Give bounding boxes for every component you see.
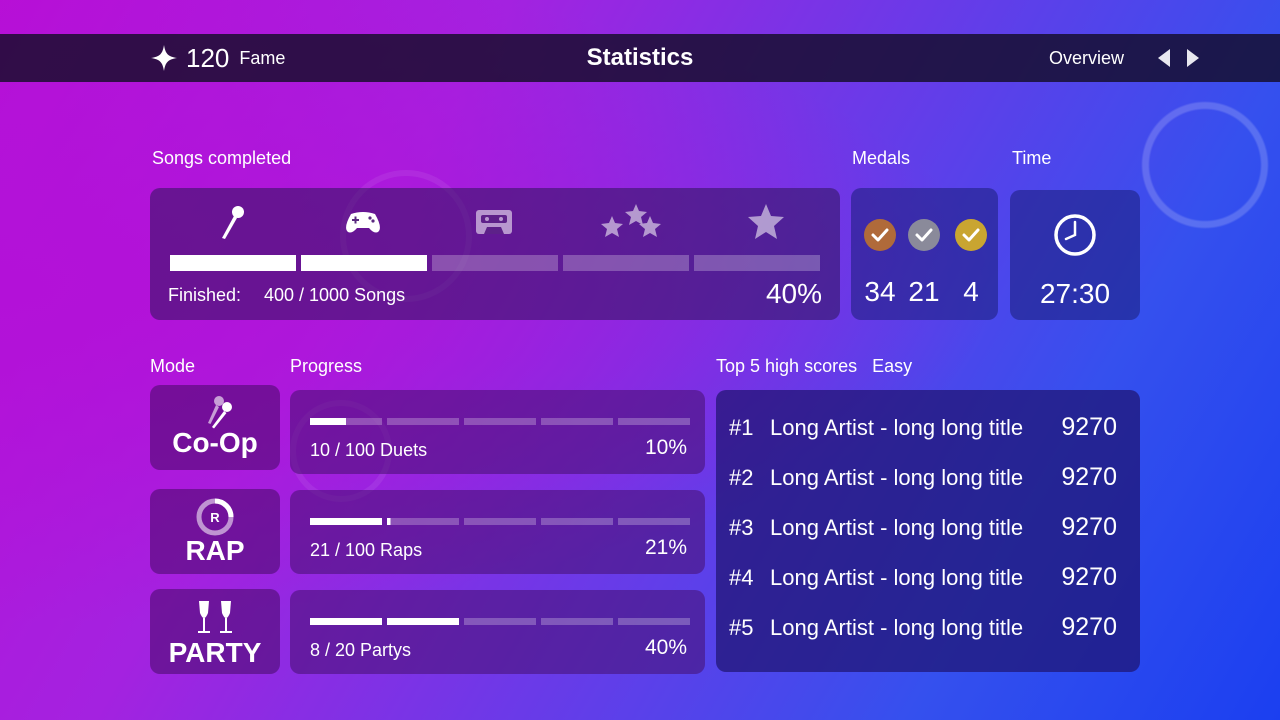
score-title: Long Artist - long long title — [770, 615, 1024, 640]
silver-medal-icon — [907, 218, 941, 252]
time-value: 27:30 — [1039, 278, 1111, 309]
next-arrow-icon[interactable] — [1182, 48, 1202, 68]
stars-icon — [601, 204, 661, 237]
bronze-medal-count: 34 — [864, 276, 896, 307]
progress-segment — [387, 518, 459, 525]
songs-completed-label: Songs completed — [152, 148, 292, 168]
highscore-row[interactable]: #4 Long Artist - long long title 9270 — [716, 557, 1140, 597]
score-rank: #2 — [729, 465, 754, 490]
progress-text: 21 / 100 Raps — [310, 540, 423, 560]
score-rank: #3 — [729, 515, 754, 540]
finished-percent: 40% — [765, 278, 822, 309]
mode-label: Mode — [150, 356, 196, 376]
progress-segment — [310, 418, 382, 425]
difficulty-label[interactable]: Easy — [872, 356, 912, 376]
highscore-row[interactable]: #3 Long Artist - long long title 9270 — [716, 507, 1140, 547]
mode-name: RAP — [185, 535, 245, 566]
progress-segment — [170, 255, 296, 271]
progress-text: 10 / 100 Duets — [310, 440, 428, 460]
progress-segment — [563, 255, 689, 271]
view-label: Overview — [1049, 48, 1125, 68]
progress-segment — [432, 255, 558, 271]
coop-progress-bar — [310, 418, 690, 425]
progress-segment — [387, 618, 459, 625]
rap-progress-bar — [310, 518, 690, 525]
svg-text:R: R — [210, 510, 220, 525]
progress-percent: 10% — [644, 436, 687, 459]
gamepad-icon — [346, 212, 380, 233]
progress-text: 8 / 20 Partys — [310, 640, 412, 660]
progress-rap: 21 / 100 Raps 21% — [290, 490, 705, 574]
medals-panel: 34 21 4 — [851, 188, 998, 320]
score-rank: #5 — [729, 615, 754, 640]
progress-label: Progress — [290, 356, 363, 376]
highscores-panel: #1 Long Artist - long long title 9270 #2… — [716, 390, 1140, 672]
score-value: 9270 — [1061, 463, 1117, 491]
mode-name: Co-Op — [172, 427, 258, 458]
progress-segment — [618, 518, 690, 525]
progress-segment — [541, 518, 613, 525]
progress-segment — [618, 618, 690, 625]
highscore-row[interactable]: #2 Long Artist - long long title 9270 — [716, 457, 1140, 497]
finished-value: 400 / 1000 Songs — [264, 285, 406, 305]
mode-name: PARTY — [168, 637, 262, 668]
mode-coop[interactable]: Co-Op — [150, 385, 280, 470]
progress-segment — [310, 618, 382, 625]
progress-segment — [541, 618, 613, 625]
mode-rap[interactable]: R RAP — [150, 489, 280, 574]
songs-progress-bar — [170, 255, 820, 271]
progress-segment — [301, 255, 427, 271]
songs-completed-panel: Finished: 400 / 1000 Songs 40% — [150, 188, 840, 320]
progress-party: 8 / 20 Partys 40% — [290, 590, 705, 674]
top-bar: 120 Fame Statistics Overview — [0, 34, 1280, 82]
previous-arrow-icon[interactable] — [1155, 48, 1175, 68]
song-category-icons — [150, 202, 840, 242]
microphone-icon — [222, 206, 244, 239]
score-rank: #4 — [729, 565, 754, 590]
party-progress-bar — [310, 618, 690, 625]
time-label: Time — [1012, 148, 1052, 168]
highscore-row[interactable]: #5 Long Artist - long long title 9270 — [716, 607, 1140, 647]
progress-percent: 21% — [644, 536, 687, 559]
progress-segment — [541, 418, 613, 425]
score-title: Long Artist - long long title — [770, 415, 1024, 440]
score-value: 9270 — [1061, 613, 1117, 641]
highscore-row[interactable]: #1 Long Artist - long long title 9270 — [716, 407, 1140, 447]
score-title: Long Artist - long long title — [770, 465, 1024, 490]
score-title: Long Artist - long long title — [770, 515, 1024, 540]
progress-segment — [464, 518, 536, 525]
progress-segment — [618, 418, 690, 425]
finished-label: Finished: — [168, 285, 242, 305]
score-value: 9270 — [1061, 513, 1117, 541]
score-value: 9270 — [1061, 563, 1117, 591]
progress-segment — [310, 518, 382, 525]
progress-segment — [464, 618, 536, 625]
time-panel: 27:30 — [1010, 190, 1140, 320]
cassette-icon — [476, 210, 512, 234]
champagne-glasses-icon — [198, 601, 232, 633]
progress-percent: 40% — [644, 636, 687, 659]
score-rank: #1 — [729, 415, 754, 440]
highscores-label: Top 5 high scores Easy — [716, 356, 912, 377]
medals-label: Medals — [852, 148, 911, 168]
clock-icon — [1054, 214, 1096, 256]
gold-medal-icon — [954, 218, 988, 252]
score-title: Long Artist - long long title — [770, 565, 1024, 590]
progress-coop: 10 / 100 Duets 10% — [290, 390, 705, 474]
star-icon — [748, 204, 784, 239]
silver-medal-count: 21 — [908, 276, 940, 307]
bronze-medal-icon — [863, 218, 897, 252]
gold-medal-count: 4 — [963, 276, 979, 307]
score-value: 9270 — [1061, 413, 1117, 441]
progress-segment — [387, 418, 459, 425]
mode-party[interactable]: PARTY — [150, 589, 280, 674]
progress-segment — [464, 418, 536, 425]
rap-badge-icon: R — [196, 498, 234, 536]
progress-segment — [694, 255, 820, 271]
highscores-title: Top 5 high scores — [716, 356, 858, 376]
